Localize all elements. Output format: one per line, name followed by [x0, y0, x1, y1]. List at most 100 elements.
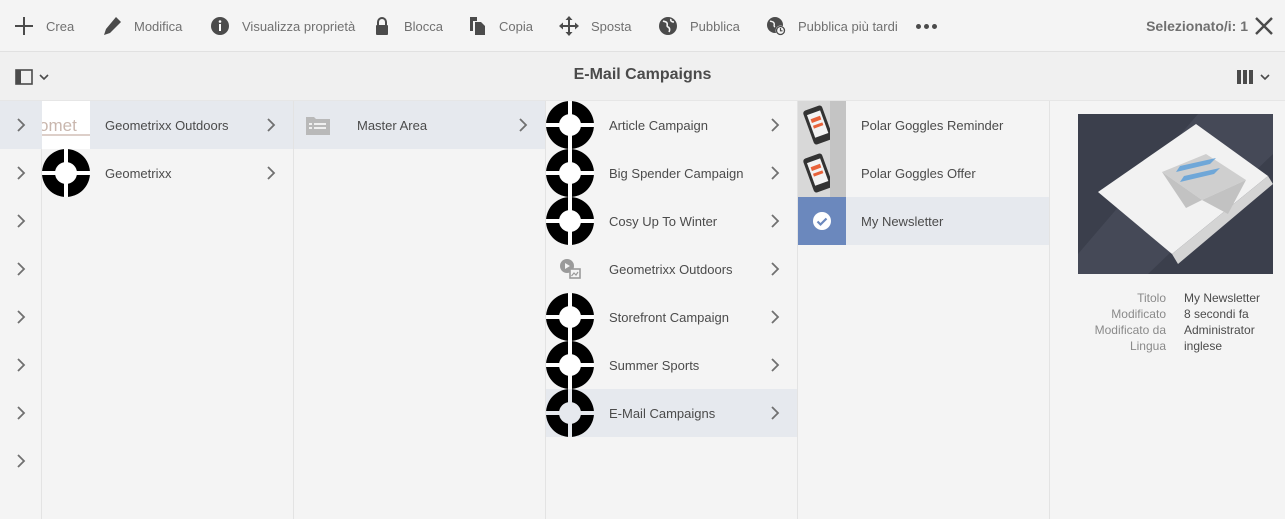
publish-later-button[interactable]: Pubblica più tardi	[766, 0, 898, 52]
title-bar: E-Mail Campaigns	[0, 52, 1285, 101]
chevron-right-icon	[763, 149, 787, 197]
list-item[interactable]: omet Geometrixx Outdoors	[42, 101, 293, 149]
list-item[interactable]: Big Spender Campaign	[546, 149, 797, 197]
geometrixx-ring-icon	[546, 197, 594, 245]
metadata-list: Titolo My Newsletter Modificato 8 second…	[1050, 290, 1285, 354]
list-item[interactable]: Article Campaign	[546, 101, 797, 149]
item-thumbnail	[546, 389, 594, 437]
item-label: Big Spender Campaign	[609, 165, 744, 181]
item-thumbnail	[546, 197, 594, 245]
geometrixx-ring-icon	[546, 293, 594, 341]
item-label: My Newsletter	[861, 213, 944, 229]
item-label: Summer Sports	[609, 357, 700, 373]
create-button[interactable]: Crea	[14, 0, 74, 52]
column-view-icon	[1237, 70, 1253, 84]
geometrixx-ring-icon	[546, 101, 594, 149]
rail-expand-button[interactable]	[0, 197, 42, 245]
item-label: Geometrixx	[105, 165, 172, 181]
chevron-right-icon	[763, 245, 787, 293]
item-thumbnail	[546, 101, 594, 149]
list-item[interactable]: E-Mail Campaigns	[546, 389, 797, 437]
list-item[interactable]: My Newsletter	[798, 197, 1049, 245]
meta-key: Titolo	[1137, 291, 1166, 305]
preview-panel: Titolo My Newsletter Modificato 8 second…	[1050, 101, 1285, 519]
checkmark-icon	[798, 197, 846, 245]
geometrixx-ring-icon	[546, 389, 594, 437]
meta-value: My Newsletter	[1184, 291, 1261, 305]
item-label: Polar Goggles Offer	[861, 165, 976, 181]
item-thumbnail	[546, 341, 594, 389]
chevron-right-icon	[17, 118, 26, 132]
phone-thumbnail	[798, 149, 846, 197]
rail-expand-button[interactable]	[0, 341, 42, 389]
geometrixx-ring-icon	[546, 149, 594, 197]
chevron-right-icon	[17, 310, 26, 324]
item-thumbnail	[798, 149, 846, 197]
chevron-right-icon	[17, 454, 26, 468]
breadcrumb-rail	[0, 101, 42, 519]
chevron-right-icon	[259, 149, 283, 197]
view-switcher-button[interactable]	[1236, 68, 1276, 86]
preview-image	[1078, 114, 1273, 274]
list-item[interactable]: Master Area	[294, 101, 545, 149]
list-item[interactable]: Polar Goggles Offer	[798, 149, 1049, 197]
lock-icon	[372, 16, 392, 36]
selection-count: Selezionato/i: 1	[1146, 18, 1248, 34]
move-icon	[559, 16, 579, 36]
list-item[interactable]: Cosy Up To Winter	[546, 197, 797, 245]
item-label: Cosy Up To Winter	[609, 213, 718, 229]
chevron-right-icon	[763, 197, 787, 245]
list-item[interactable]: Polar Goggles Reminder	[798, 101, 1049, 149]
meta-value: inglese	[1184, 339, 1223, 353]
item-thumbnail: omet	[42, 101, 90, 149]
close-icon	[1255, 17, 1273, 35]
rail-expand-button[interactable]	[0, 293, 42, 341]
geometrixx-outdoors-logo: omet	[42, 101, 90, 149]
rail-expand-button[interactable]	[0, 245, 42, 293]
meta-value: Administrator	[1184, 323, 1255, 337]
item-label: Geometrixx Outdoors	[609, 261, 733, 277]
move-button[interactable]: Sposta	[559, 0, 631, 52]
lock-button[interactable]: Blocca	[372, 0, 443, 52]
item-thumbnail	[798, 101, 846, 149]
rail-expand-button[interactable]	[0, 437, 42, 485]
meta-key: Modificato da	[1094, 323, 1166, 337]
copy-icon	[467, 16, 487, 36]
rail-expand-button[interactable]	[0, 149, 42, 197]
plus-icon	[14, 16, 34, 36]
column-campaigns: Article Campaign Big Spender Campaign Co…	[546, 101, 798, 519]
list-item[interactable]: Summer Sports	[546, 341, 797, 389]
edit-button[interactable]: Modifica	[102, 0, 182, 52]
more-actions-button[interactable]	[914, 15, 938, 37]
item-thumbnail	[798, 197, 846, 245]
meta-value: 8 secondi fa	[1184, 307, 1249, 321]
globe-clock-icon	[766, 16, 786, 36]
view-properties-button[interactable]: Visualizza proprietà	[210, 0, 355, 52]
move-label: Sposta	[591, 18, 632, 34]
rail-expand-button[interactable]	[0, 389, 42, 437]
meta-key: Lingua	[1129, 339, 1166, 353]
item-thumbnail	[546, 149, 594, 197]
geometrixx-ring-icon	[42, 149, 90, 197]
newsletter-envelope-image	[1078, 114, 1273, 274]
item-label: Article Campaign	[609, 117, 708, 133]
chevron-right-icon	[259, 101, 283, 149]
column-view: omet Geometrixx Outdoors Geometrixx Mast…	[0, 101, 1285, 519]
chevron-down-icon	[1260, 74, 1270, 81]
close-selection-button[interactable]	[1254, 16, 1274, 36]
page-title: E-Mail Campaigns	[573, 66, 712, 83]
rail-expand-button[interactable]	[0, 101, 42, 149]
dot-icon	[923, 23, 929, 29]
list-item[interactable]: Geometrixx	[42, 149, 293, 197]
globe-icon	[658, 16, 678, 36]
pencil-icon	[102, 16, 122, 36]
chevron-right-icon	[763, 341, 787, 389]
view-properties-label: Visualizza proprietà	[242, 18, 356, 34]
list-item[interactable]: Storefront Campaign	[546, 293, 797, 341]
publish-button[interactable]: Pubblica	[658, 0, 740, 52]
copy-button[interactable]: Copia	[467, 0, 533, 52]
publish-label: Pubblica	[690, 18, 740, 34]
list-item[interactable]: Geometrixx Outdoors	[546, 245, 797, 293]
folder-icon	[306, 117, 330, 135]
chevron-right-icon	[17, 406, 26, 420]
